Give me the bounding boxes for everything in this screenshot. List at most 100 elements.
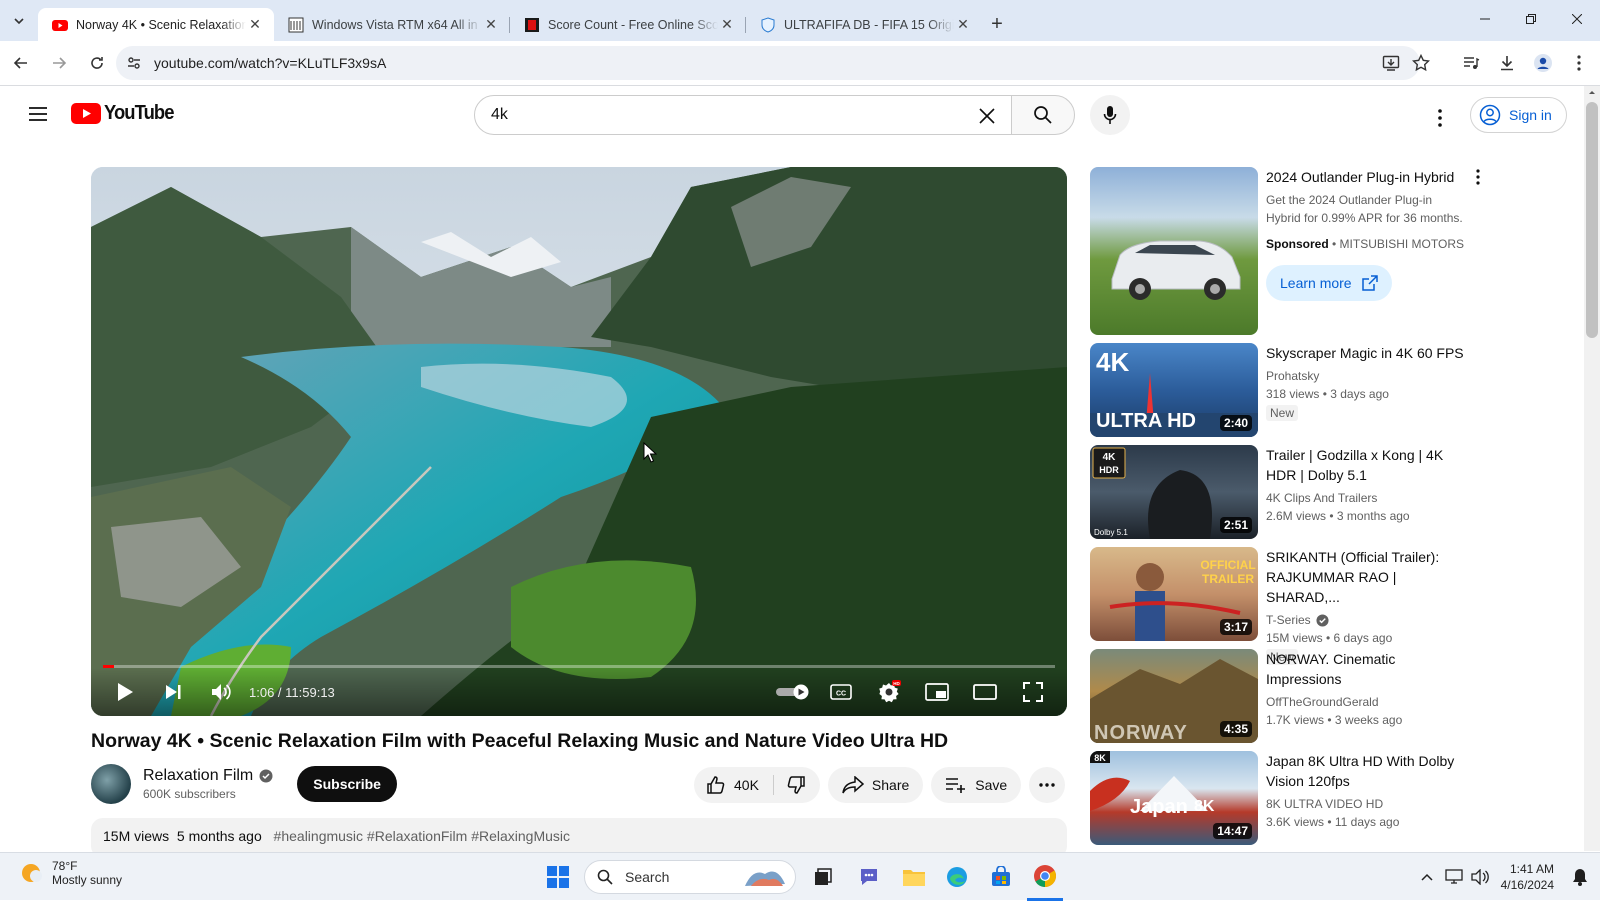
ad-card[interactable]: 2024 Outlander Plug-in Hybrid Get the 20… [1090, 167, 1480, 335]
task-view-button[interactable] [806, 853, 840, 901]
play-button[interactable] [101, 668, 149, 716]
theater-mode-button[interactable] [961, 668, 1009, 716]
more-actions-button[interactable] [1029, 767, 1066, 803]
ad-thumbnail[interactable] [1090, 167, 1258, 335]
related-video[interactable]: 8K Japan 8K 14:47 Japan 8K Ultra HD With D… [1090, 751, 1470, 845]
voice-search-button[interactable] [1090, 95, 1130, 135]
bookmark-button[interactable] [1404, 46, 1438, 80]
start-button[interactable] [540, 853, 576, 901]
clock[interactable]: 1:41 AM 4/16/2024 [1501, 861, 1554, 893]
autoplay-toggle[interactable] [769, 668, 817, 716]
tab-search-button[interactable] [0, 0, 38, 41]
store-button[interactable] [984, 853, 1018, 901]
teams-chat-button[interactable] [852, 853, 886, 901]
channel-name[interactable]: OffTheGroundGerald [1266, 693, 1470, 711]
channel-name[interactable]: 8K ULTRA VIDEO HD [1266, 795, 1470, 813]
car-illustration [1111, 240, 1241, 300]
settings-menu-button[interactable] [1422, 100, 1458, 136]
hashtags[interactable]: #healingmusic #RelaxationFilm #RelaxingM… [274, 828, 570, 844]
related-video[interactable]: 4K ULTRA HD 2:40 Skyscraper Magic in 4K 6… [1090, 343, 1470, 437]
youtube-logo[interactable]: YouTube [71, 102, 180, 125]
like-button[interactable]: 40K [694, 775, 774, 795]
tab-score-count[interactable]: Score Count - Free Online Score Counter … [510, 8, 746, 41]
video-title[interactable]: Trailer | Godzilla x Kong | 4K HDR | Dol… [1266, 445, 1470, 485]
video-player[interactable]: 1:06 / 11:59:13 CC HD [91, 167, 1067, 716]
clear-search-button[interactable] [969, 98, 1005, 134]
tab-ultrafifa[interactable]: ULTRAFIFA DB - FIFA 15 Original ✕ [746, 8, 982, 41]
edge-button[interactable] [940, 853, 974, 901]
media-controls-button[interactable] [1454, 46, 1488, 80]
reload-button[interactable] [80, 46, 114, 80]
close-window-button[interactable] [1554, 0, 1600, 38]
show-hidden-icons-button[interactable] [1413, 873, 1441, 881]
settings-button[interactable]: HD [865, 668, 913, 716]
subscribe-button[interactable]: Subscribe [297, 766, 397, 802]
address-bar[interactable]: youtube.com/watch?v=KLuTLF3x9sA [116, 46, 1420, 80]
ad-menu-button[interactable] [1476, 169, 1480, 185]
next-button[interactable] [149, 668, 197, 716]
svg-text:8K: 8K [1094, 753, 1106, 763]
close-tab-icon[interactable]: ✕ [718, 16, 736, 34]
profile-button[interactable] [1526, 46, 1560, 80]
video-thumbnail[interactable]: 8K Japan 8K 14:47 [1090, 751, 1258, 845]
subtitles-button[interactable]: CC [817, 668, 865, 716]
scroll-up-icon[interactable] [1584, 86, 1600, 98]
video-thumbnail[interactable]: OFFICIAL TRAILER 3:17 [1090, 547, 1258, 641]
back-button[interactable] [4, 46, 38, 80]
minimize-button[interactable] [1462, 0, 1508, 38]
video-title[interactable]: Japan 8K Ultra HD With Dolby Vision 120f… [1266, 751, 1470, 791]
dislike-button[interactable] [774, 775, 820, 795]
close-tab-icon[interactable]: ✕ [482, 16, 500, 34]
downloads-button[interactable] [1490, 46, 1524, 80]
svg-text:TRAILER: TRAILER [1202, 572, 1254, 586]
channel-name[interactable]: T-Series [1266, 611, 1311, 629]
search-button[interactable] [1011, 95, 1075, 135]
taskbar-search[interactable]: Search [584, 860, 796, 894]
channel-row: Relaxation Film 600K subscribers Subscri… [91, 764, 397, 804]
chrome-button[interactable] [1027, 853, 1063, 901]
weather-widget[interactable]: 78°F Mostly sunny [20, 859, 122, 887]
video-thumbnail[interactable]: NORWAY 4:35 [1090, 649, 1258, 743]
fullscreen-button[interactable] [1009, 668, 1057, 716]
new-tab-button[interactable]: + [982, 8, 1012, 41]
forward-button[interactable] [42, 46, 76, 80]
download-icon [1501, 56, 1513, 71]
search-input[interactable]: 4k [474, 95, 1012, 135]
restore-button[interactable] [1508, 0, 1554, 38]
scrollbar-thumb[interactable] [1586, 102, 1598, 338]
save-button[interactable]: Save [931, 767, 1022, 803]
page-scrollbar[interactable] [1584, 86, 1600, 851]
related-video[interactable]: NORWAY 4:35 NORWAY. Cinematic Impression… [1090, 649, 1470, 743]
channel-avatar[interactable] [91, 764, 131, 804]
channel-name[interactable]: 4K Clips And Trailers [1266, 489, 1470, 507]
video-title[interactable]: SRIKANTH (Official Trailer): RAJKUMMAR R… [1266, 547, 1470, 607]
video-title[interactable]: Skyscraper Magic in 4K 60 FPS [1266, 343, 1470, 363]
volume-tray-icon[interactable] [1467, 869, 1493, 885]
close-tab-icon[interactable]: ✕ [954, 16, 972, 34]
mute-button[interactable] [197, 668, 245, 716]
browser-menu-button[interactable] [1562, 46, 1596, 80]
channel-name[interactable]: Prohatsky [1266, 367, 1470, 385]
video-thumbnail[interactable]: 4K ULTRA HD 2:40 [1090, 343, 1258, 437]
related-video[interactable]: 4K HDR Dolby 5.1 2:51 Trailer | Godzilla x… [1090, 445, 1470, 539]
network-icon[interactable] [1441, 869, 1467, 885]
video-title[interactable]: NORWAY. Cinematic Impressions [1266, 649, 1470, 689]
guide-menu-button[interactable] [20, 96, 56, 132]
file-explorer-button[interactable] [897, 853, 931, 901]
related-video[interactable]: OFFICIAL TRAILER 3:17 SRIKANTH (Official … [1090, 547, 1470, 665]
tab-windows-vista[interactable]: Windows Vista RTM x64 All in One ✕ [274, 8, 510, 41]
notifications-button[interactable] [1566, 868, 1594, 886]
install-app-button[interactable] [1374, 46, 1408, 80]
channel-name[interactable]: Relaxation Film [143, 767, 253, 785]
close-tab-icon[interactable]: ✕ [246, 16, 264, 34]
share-button[interactable]: Share [827, 767, 924, 803]
sign-in-button[interactable]: Sign in [1470, 97, 1567, 133]
learn-more-button[interactable]: Learn more [1266, 265, 1392, 301]
miniplayer-button[interactable] [913, 668, 961, 716]
ad-title[interactable]: 2024 Outlander Plug-in Hybrid [1266, 167, 1470, 187]
save-label: Save [975, 777, 1008, 793]
video-thumbnail[interactable]: 4K HDR Dolby 5.1 2:51 [1090, 445, 1258, 539]
tab-youtube[interactable]: Norway 4K • Scenic Relaxation Film with … [38, 8, 274, 41]
site-settings-icon[interactable] [126, 55, 142, 71]
archive-favicon-icon [288, 17, 304, 32]
